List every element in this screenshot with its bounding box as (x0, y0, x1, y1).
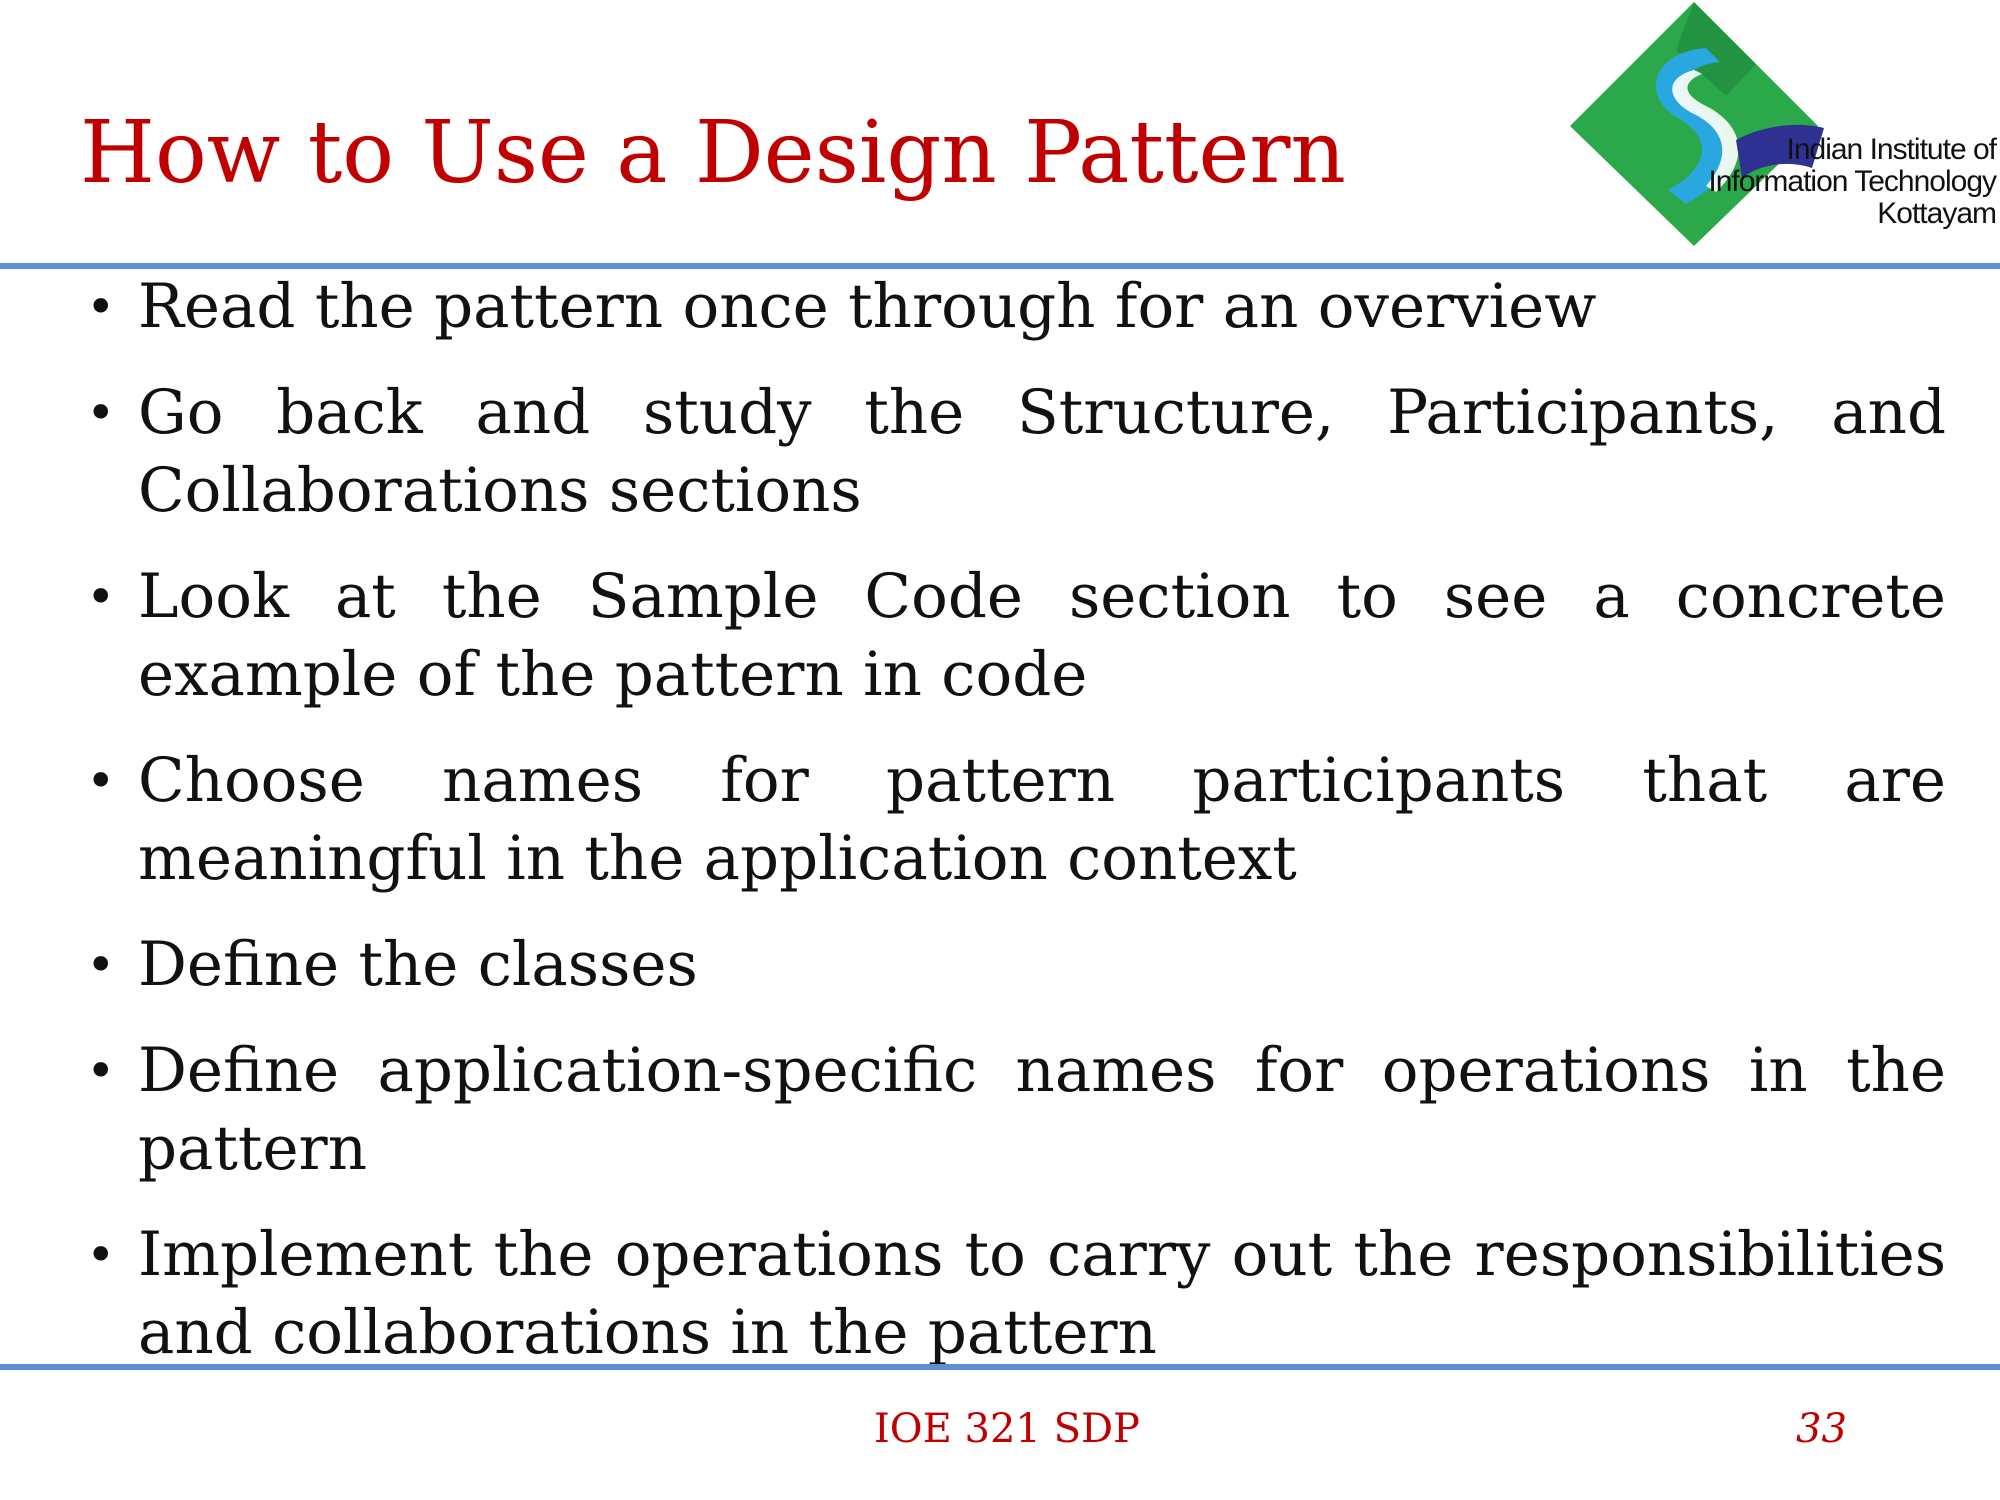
logo-line-2: Information Technology (1708, 165, 1997, 198)
bullet-icon: • (86, 752, 116, 810)
bullet-icon: • (86, 384, 116, 442)
slide: How to Use a Design Pattern Indian Insti… (0, 0, 2000, 1500)
slide-title: How to Use a Design Pattern (80, 103, 1346, 203)
logo-text: Indian Institute of Information Technolo… (1708, 133, 1997, 230)
bullet-text: Define the classes (138, 929, 698, 1000)
iiit-kottayam-logo: Indian Institute of Information Technolo… (1556, 0, 2000, 250)
list-item: • Implement the operations to carry out … (86, 1216, 1946, 1372)
bullet-text: Go back and study the Structure, Partici… (138, 377, 1946, 526)
page-number: 33 (1796, 1406, 1847, 1452)
bullet-icon: • (86, 1042, 116, 1100)
logo-line-3: Kottayam (1877, 197, 1997, 230)
bullet-text: Implement the operations to carry out th… (138, 1219, 1946, 1368)
list-item: • Define the classes (86, 926, 1946, 1004)
footer-course-label: IOE 321 SDP (874, 1406, 1140, 1452)
bullet-icon: • (86, 1226, 116, 1284)
list-item: • Look at the Sample Code section to see… (86, 558, 1946, 714)
list-item: • Choose names for pattern participants … (86, 742, 1946, 898)
footer-divider (0, 1364, 2000, 1370)
bullet-icon: • (86, 278, 116, 336)
bullet-text: Look at the Sample Code section to see a… (138, 561, 1946, 710)
bullet-icon: • (86, 936, 116, 994)
list-item: • Go back and study the Structure, Parti… (86, 374, 1946, 530)
bullet-text: Read the pattern once through for an ove… (138, 271, 1597, 342)
logo-line-1: Indian Institute of (1786, 133, 1997, 166)
bullet-icon: • (86, 568, 116, 626)
bullet-text: Choose names for pattern participants th… (138, 745, 1946, 894)
list-item: • Read the pattern once through for an o… (86, 268, 1946, 346)
list-item: • Define application-specific names for … (86, 1032, 1946, 1188)
bullet-list: • Read the pattern once through for an o… (86, 268, 1946, 1400)
bullet-text: Define application-specific names for op… (138, 1035, 1946, 1184)
